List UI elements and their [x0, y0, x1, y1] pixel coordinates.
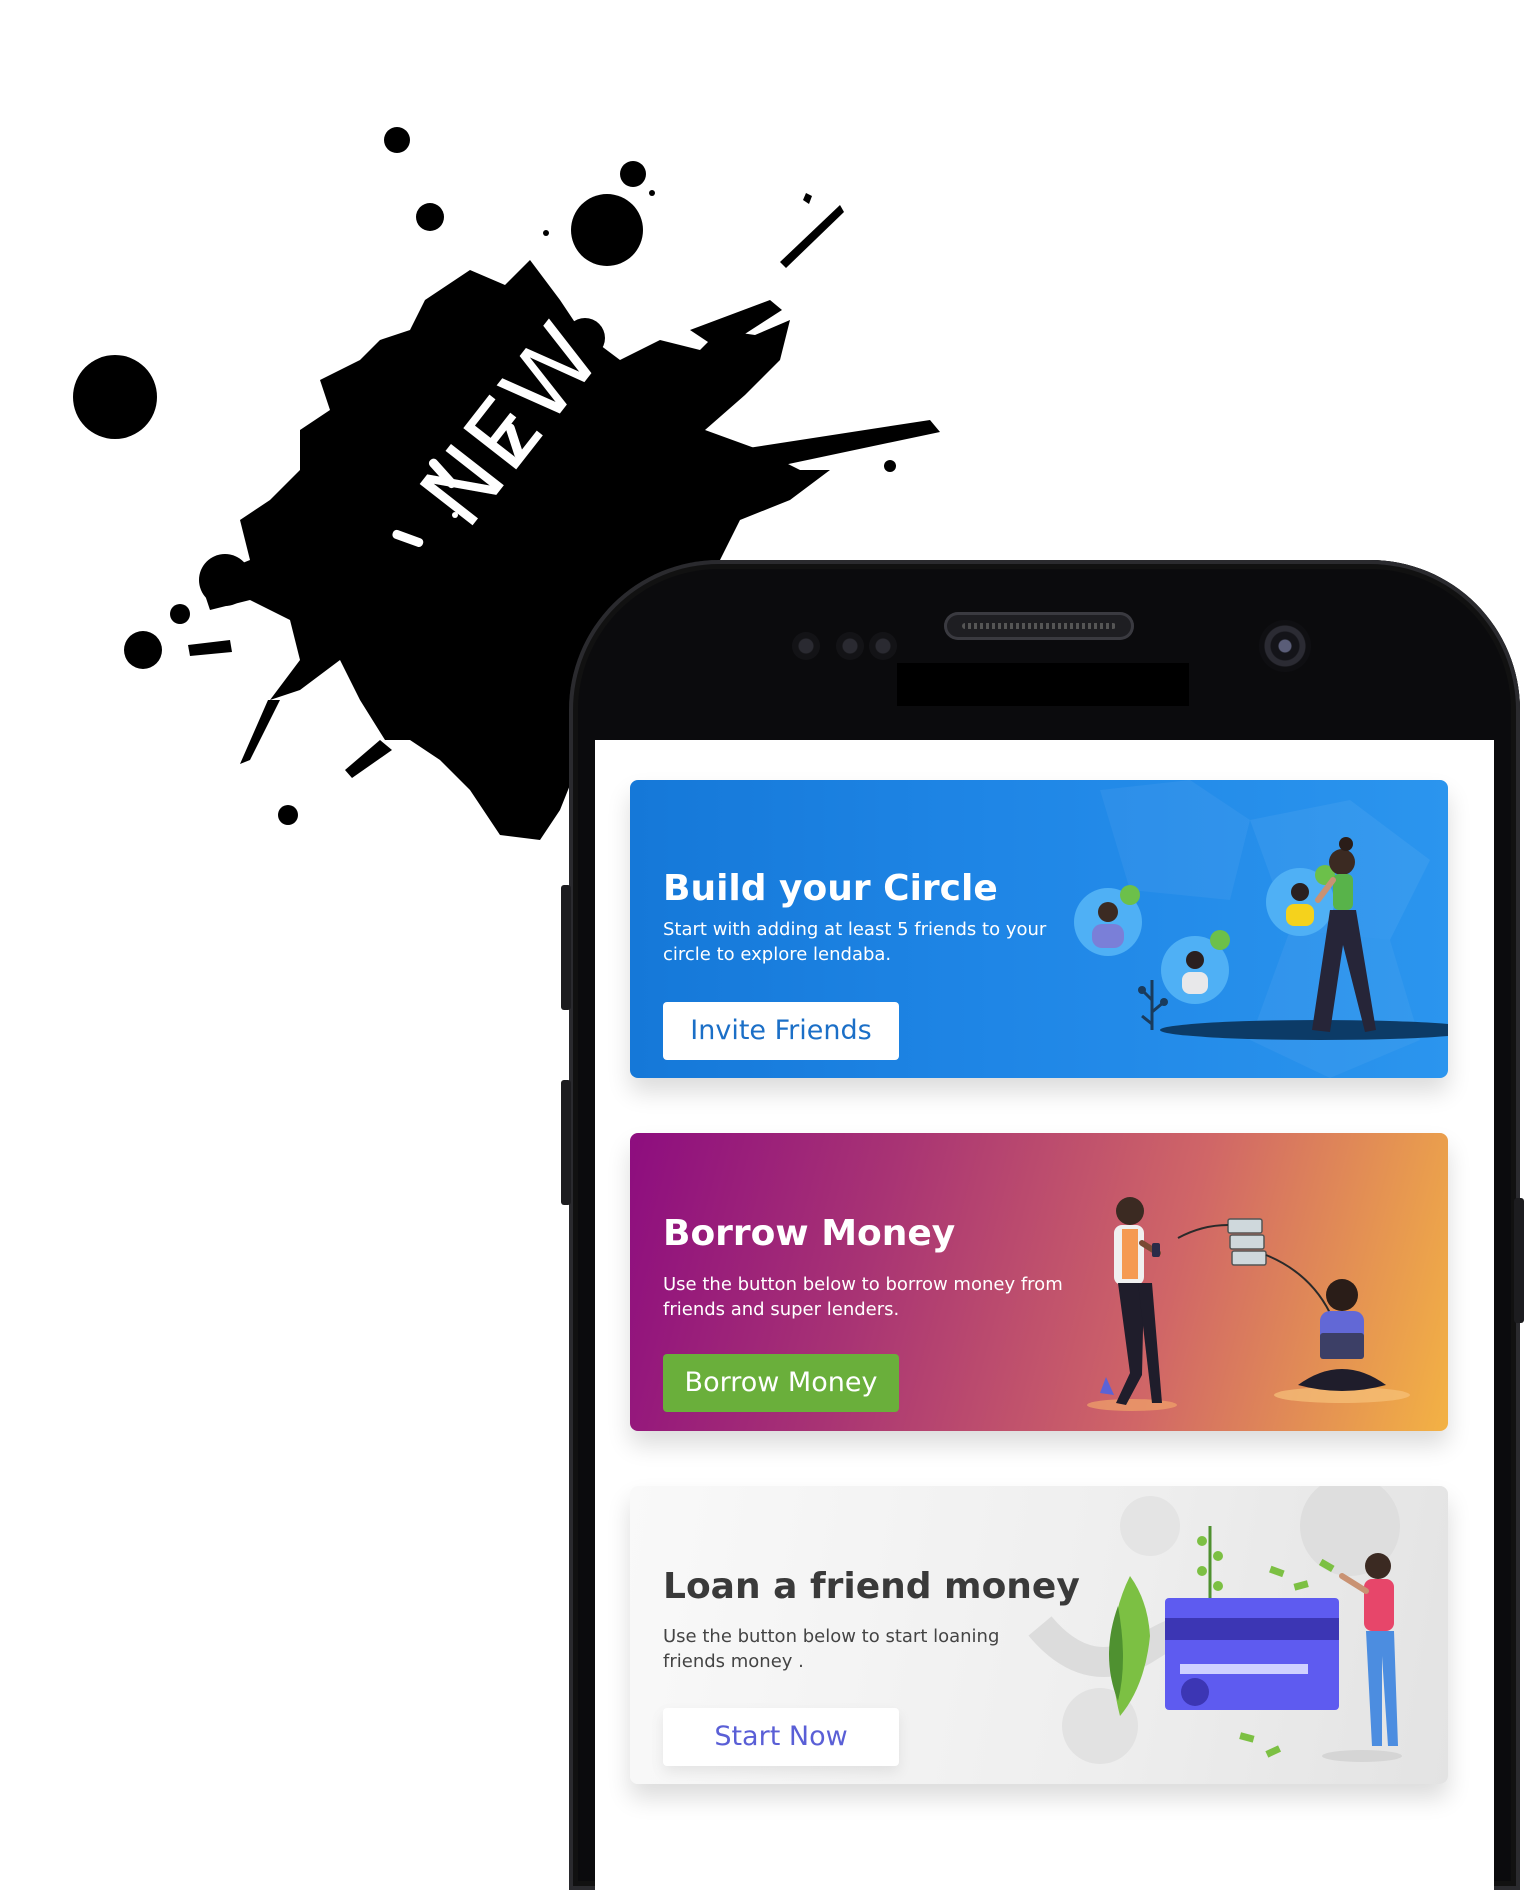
- volume-up-button: [561, 885, 571, 1010]
- proximity-sensor-icon: [792, 632, 820, 660]
- volume-down-button: [561, 1080, 571, 1205]
- earpiece-speaker: [944, 612, 1134, 640]
- power-button: [1514, 1198, 1524, 1323]
- iris-sensor-icon: [869, 632, 897, 660]
- start-now-button[interactable]: Start Now: [663, 1708, 899, 1766]
- front-camera-icon: [1259, 620, 1311, 672]
- loan-friend-card: Loan a friend money Use the button below…: [630, 1486, 1448, 1784]
- borrow-money-card: Borrow Money Use the button below to bor…: [630, 1133, 1448, 1431]
- phone-frame: Build your Circle Start with adding at l…: [561, 560, 1524, 1890]
- borrow-money-button[interactable]: Borrow Money: [663, 1354, 899, 1412]
- card-description: Start with adding at least 5 friends to …: [663, 919, 1047, 965]
- card-title: Loan a friend money: [663, 1566, 1080, 1607]
- light-sensor-icon: [836, 632, 864, 660]
- card-description: Use the button below to start loaning fr…: [663, 1626, 1000, 1672]
- build-circle-card: Build your Circle Start with adding at l…: [630, 780, 1448, 1078]
- redaction-bar: [897, 663, 1189, 706]
- app-screen: Build your Circle Start with adding at l…: [595, 740, 1494, 1890]
- card-title: Borrow Money: [663, 1213, 956, 1254]
- card-description: Use the button below to borrow money fro…: [663, 1274, 1063, 1320]
- invite-friends-button[interactable]: Invite Friends: [663, 1002, 899, 1060]
- card-title: Build your Circle: [663, 868, 998, 909]
